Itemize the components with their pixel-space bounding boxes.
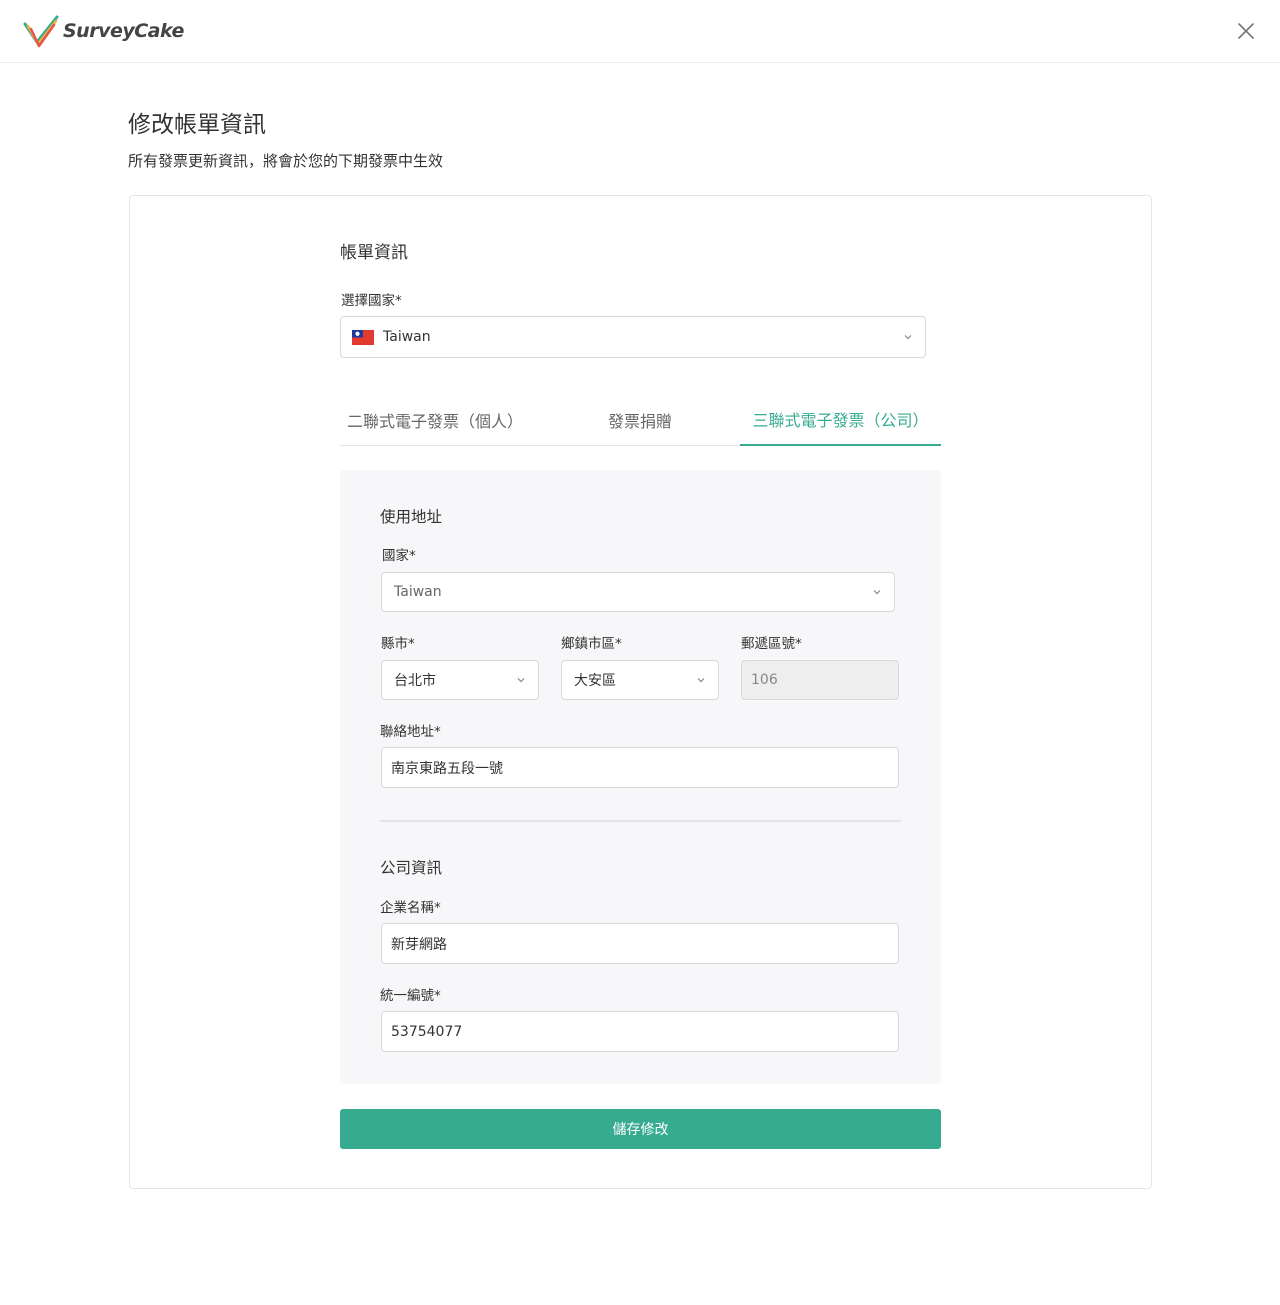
company-section-title: 公司資訊 — [380, 859, 443, 877]
company-name-field[interactable]: 新芽網路 — [381, 923, 899, 964]
street-address-field[interactable]: 南京東路五段一號 — [381, 747, 899, 788]
address-country-select[interactable]: Taiwan — [381, 572, 895, 612]
section-divider — [380, 820, 901, 822]
address-section-title: 使用地址 — [380, 508, 443, 526]
top-bar: SurveyCake — [0, 0, 1280, 63]
brand-name: SurveyCake — [63, 20, 184, 42]
city-label: 縣市* — [381, 636, 415, 652]
taiwan-flag-icon — [352, 329, 374, 345]
chevron-down-icon — [697, 678, 705, 683]
district-select-value: 大安區 — [574, 673, 616, 689]
tab-invoice-donation[interactable]: 發票捐贈 — [580, 393, 700, 446]
page-title: 修改帳單資訊 — [128, 112, 266, 138]
company-name-label: 企業名稱* — [380, 900, 441, 916]
chevron-down-icon — [904, 335, 912, 340]
billing-section-title: 帳單資訊 — [340, 243, 408, 263]
zip-field[interactable]: 106 — [741, 660, 899, 700]
address-country-label: 國家* — [382, 548, 416, 564]
close-icon — [1238, 23, 1254, 39]
district-select[interactable]: 大安區 — [561, 660, 719, 700]
brand-logo[interactable]: SurveyCake — [23, 14, 184, 48]
save-button[interactable]: 儲存修改 — [340, 1109, 941, 1149]
tax-id-field[interactable]: 53754077 — [381, 1011, 899, 1052]
city-select-value: 台北市 — [394, 673, 436, 689]
street-label: 聯絡地址* — [380, 724, 441, 740]
address-country-value: Taiwan — [394, 584, 442, 600]
country-select-label: 選擇國家* — [341, 293, 402, 309]
city-select[interactable]: 台北市 — [381, 660, 539, 700]
district-label: 鄉鎮市區* — [561, 636, 622, 652]
country-select[interactable]: Taiwan — [340, 316, 926, 358]
zip-label: 郵遞區號* — [741, 636, 802, 652]
country-select-value: Taiwan — [383, 329, 431, 345]
tab-company-invoice[interactable]: 三聯式電子發票（公司） — [740, 393, 941, 446]
invoice-type-tabs: 二聯式電子發票（個人） 發票捐贈 三聯式電子發票（公司） — [340, 393, 941, 446]
tax-id-label: 統一編號* — [380, 988, 441, 1004]
tab-personal-invoice[interactable]: 二聯式電子發票（個人） — [340, 393, 530, 446]
chevron-down-icon — [517, 678, 525, 683]
page-subtitle: 所有發票更新資訊，將會於您的下期發票中生效 — [128, 152, 444, 170]
close-button[interactable] — [1234, 19, 1258, 43]
chevron-down-icon — [873, 590, 881, 595]
surveycake-logo-icon — [23, 15, 59, 48]
